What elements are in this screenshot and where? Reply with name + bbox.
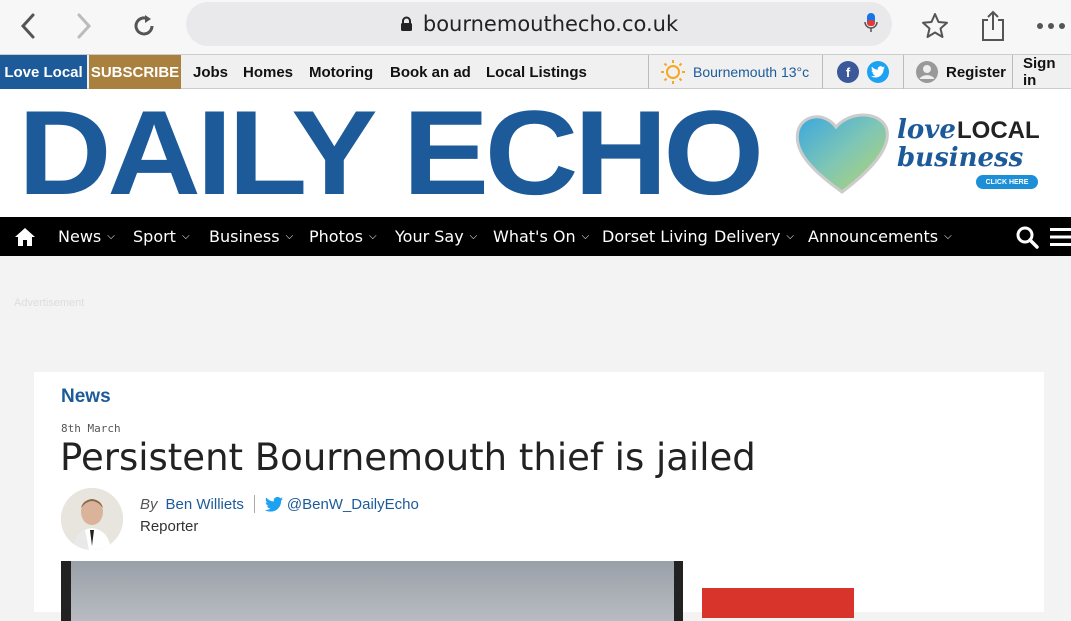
browser-toolbar: bournemouthecho.co.uk — [0, 0, 1071, 54]
divider — [253, 495, 255, 513]
chevron-down-icon: ⌵ — [944, 231, 952, 242]
utility-bar: Love Local SUBSCRIBE Jobs Homes Motoring… — [0, 54, 1071, 89]
address-bar[interactable]: bournemouthecho.co.uk — [186, 2, 892, 46]
weather-widget[interactable]: Bournemouth 13°c — [660, 55, 809, 89]
nav-label: Business — [209, 227, 280, 246]
chevron-down-icon: ⌵ — [469, 231, 478, 242]
divider — [648, 55, 649, 89]
main-navigation: News ⌵ Sport ⌵ Business ⌵ Photos ⌵ Your Say ⌵… — [0, 217, 1071, 256]
divider — [903, 55, 904, 89]
nav-item-whats-on[interactable]: What's On ⌵ — [493, 217, 589, 256]
star-icon — [922, 13, 948, 38]
reload-icon — [134, 15, 154, 36]
nav-label: News — [58, 227, 102, 246]
ad-local-text: LOCAL — [957, 117, 1040, 144]
user-icon — [916, 61, 938, 83]
weather-text: Bournemouth 13°c — [693, 64, 810, 80]
section-label[interactable]: News — [61, 386, 111, 408]
sidebar-promo[interactable] — [702, 588, 854, 618]
nav-label: Dorset Living — [602, 227, 708, 246]
subscribe-button[interactable]: SUBSCRIBE — [89, 55, 181, 89]
love-local-business-ad[interactable]: love LOCAL business CLICK HERE — [792, 107, 1052, 197]
chevron-down-icon: ⌵ — [107, 231, 115, 242]
article-card: News 8th March Persistent Bournemouth th… — [34, 372, 1044, 621]
advertisement-label: Advertisement — [14, 297, 85, 309]
twitter-icon[interactable] — [867, 61, 889, 83]
article-image-content — [71, 561, 674, 621]
more-button[interactable] — [1031, 6, 1071, 46]
home-button[interactable] — [14, 217, 36, 256]
sign-in-link[interactable]: Sign in — [1023, 55, 1071, 89]
chevron-down-icon: ⌵ — [285, 231, 294, 242]
chevron-down-icon: ⌵ — [786, 231, 795, 242]
topbar-link-jobs[interactable]: Jobs — [193, 55, 228, 89]
nav-label: What's On — [493, 227, 576, 246]
chevron-left-icon — [20, 13, 35, 39]
share-icon — [982, 10, 1004, 41]
share-button[interactable] — [973, 6, 1013, 46]
register-label: Register — [946, 63, 1007, 81]
love-local-link[interactable]: Love Local — [0, 55, 87, 89]
nav-label: Announcements — [808, 227, 939, 246]
url-text: bournemouthecho.co.uk — [422, 12, 679, 36]
ad-business-text: business — [897, 143, 1024, 173]
lock-icon — [400, 16, 412, 31]
forward-button[interactable] — [66, 8, 102, 44]
author-photo — [61, 488, 123, 550]
nav-item-sport[interactable]: Sport ⌵ — [133, 217, 190, 256]
twitter-icon — [264, 496, 283, 512]
nav-item-dorset-living[interactable]: Dorset Living — [602, 217, 708, 256]
reload-button[interactable] — [126, 8, 162, 44]
nav-label: Your Say — [395, 227, 464, 246]
heart-icon — [795, 113, 889, 194]
chevron-right-icon — [77, 13, 92, 39]
hamburger-menu-icon — [1050, 227, 1071, 246]
divider — [822, 55, 823, 89]
topbar-link-local-listings[interactable]: Local Listings — [486, 55, 587, 89]
nav-item-news[interactable]: News ⌵ — [58, 217, 115, 256]
author-role: Reporter — [140, 518, 199, 535]
article-headline: Persistent Bournemouth thief is jailed — [60, 436, 756, 479]
daily-echo-logo[interactable]: DAILY ECHO — [18, 93, 764, 213]
masthead: DAILY ECHO love LOCAL business CLICK HER… — [0, 89, 1071, 217]
more-dots-icon — [1037, 23, 1065, 29]
bookmark-button[interactable] — [915, 6, 955, 46]
author-twitter-handle[interactable]: @BenW_DailyEcho — [287, 496, 419, 513]
search-icon — [1016, 226, 1039, 249]
nav-item-announcements[interactable]: Announcements ⌵ — [808, 217, 952, 256]
home-icon — [15, 227, 35, 246]
author-avatar[interactable] — [61, 488, 123, 550]
article-date: 8th March — [61, 422, 121, 435]
nav-label: Delivery — [714, 227, 781, 246]
back-button[interactable] — [10, 8, 46, 44]
chevron-down-icon: ⌵ — [368, 231, 377, 242]
nav-label: Photos — [309, 227, 363, 246]
microphone-icon[interactable] — [864, 12, 878, 34]
register-link[interactable]: Register — [916, 55, 1006, 89]
article-image[interactable] — [61, 561, 683, 621]
chevron-down-icon: ⌵ — [181, 231, 190, 242]
topbar-link-book-an-ad[interactable]: Book an ad — [390, 55, 471, 89]
nav-item-your-say[interactable]: Your Say ⌵ — [395, 217, 477, 256]
author-name[interactable]: Ben Williets — [166, 496, 244, 513]
byline-by: By — [140, 495, 158, 513]
nav-item-delivery[interactable]: Delivery ⌵ — [714, 217, 794, 256]
ad-love-text: love — [897, 115, 956, 145]
topbar-link-homes[interactable]: Homes — [243, 55, 293, 89]
facebook-icon[interactable]: f — [837, 61, 859, 83]
search-button[interactable] — [1015, 217, 1039, 256]
nav-item-photos[interactable]: Photos ⌵ — [309, 217, 377, 256]
sun-icon — [661, 60, 685, 84]
menu-button[interactable] — [1050, 217, 1071, 256]
nav-label: Sport — [133, 227, 176, 246]
divider — [1012, 55, 1013, 89]
nav-item-business[interactable]: Business ⌵ — [209, 217, 293, 256]
ad-click-here-button[interactable]: CLICK HERE — [976, 175, 1038, 189]
chevron-down-icon: ⌵ — [581, 231, 590, 242]
topbar-link-motoring[interactable]: Motoring — [309, 55, 373, 89]
byline: By Ben Williets @BenW_DailyEcho — [140, 495, 419, 513]
